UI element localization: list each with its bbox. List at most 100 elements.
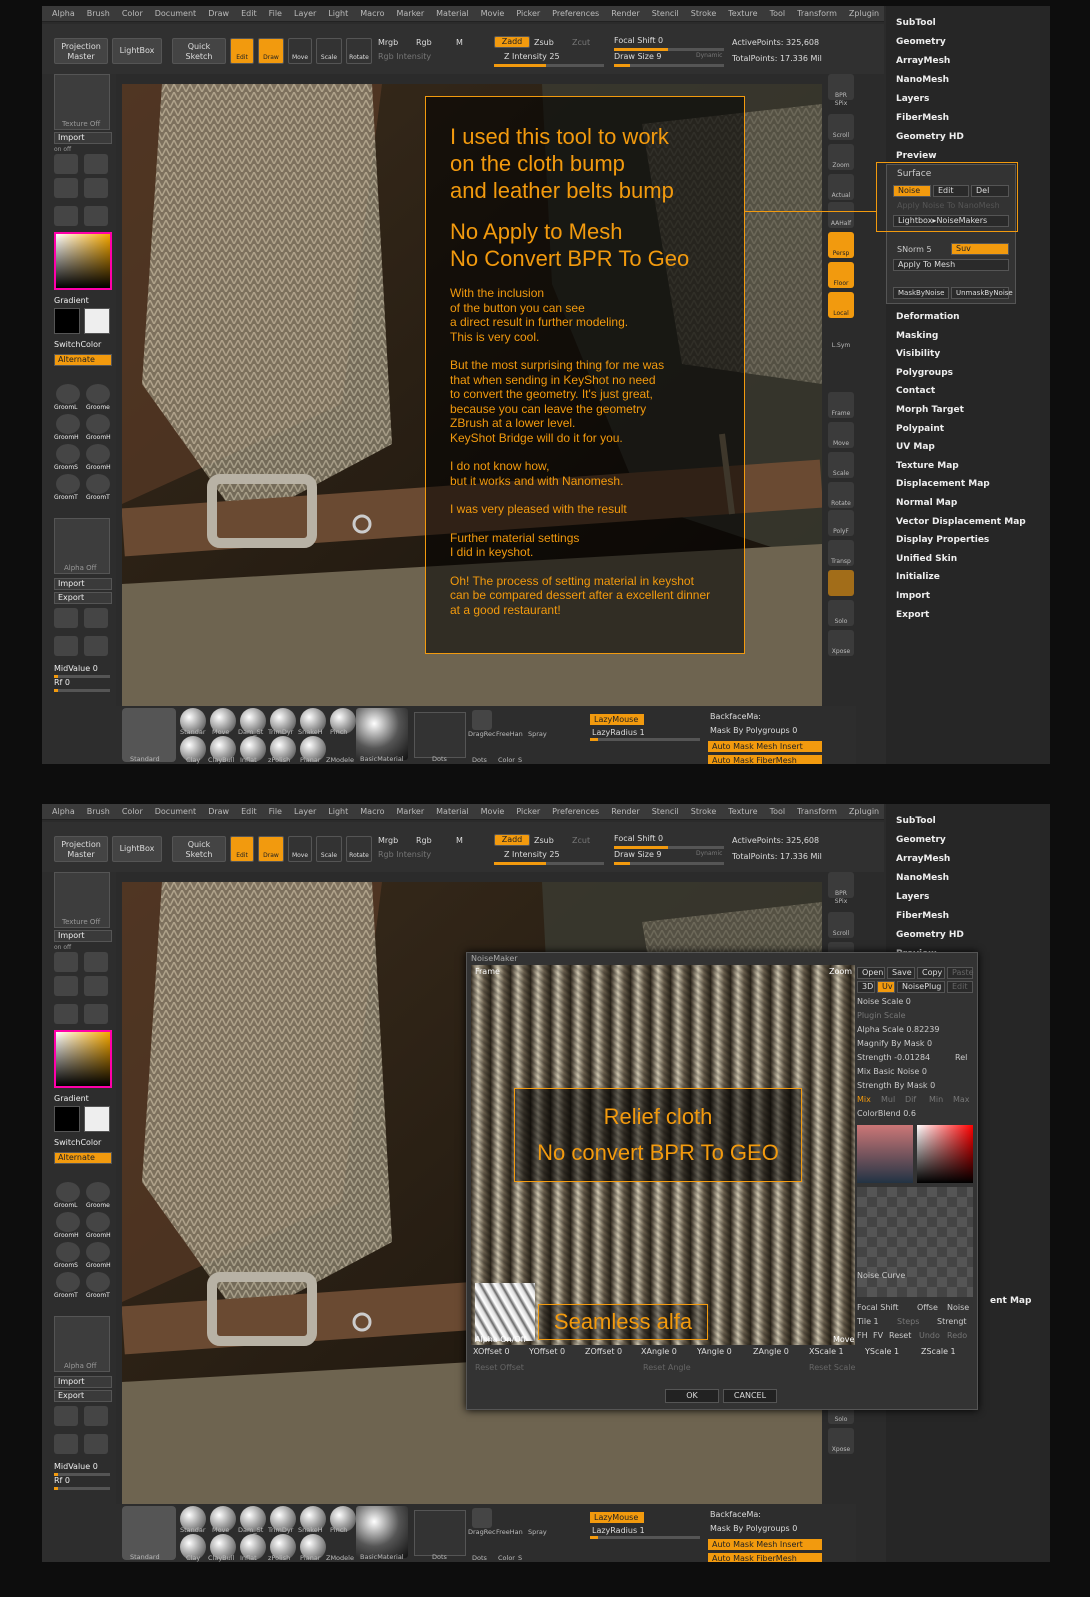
callout-line: Oh! The process of setting material in k… xyxy=(450,573,694,588)
save-button[interactable]: Save xyxy=(887,967,915,979)
ok-button[interactable]: OK xyxy=(665,1389,719,1403)
snorm-slider[interactable]: SNorm 5 xyxy=(897,245,932,254)
offset-slider-5[interactable]: ZAngle 0 xyxy=(753,1347,789,1356)
plugin-scale-slider[interactable]: Plugin Scale xyxy=(857,1011,906,1020)
callout-line: of the button you can see xyxy=(450,300,585,315)
palette-item-import[interactable]: Import xyxy=(896,591,930,601)
palette-item-display-properties[interactable]: Display Properties xyxy=(896,535,989,545)
noise-scale-slider[interactable]: Noise Scale 0 xyxy=(857,997,911,1006)
palette-item-visibility[interactable]: Visibility xyxy=(896,349,940,359)
reset-angle-button[interactable]: Reset Angle xyxy=(643,1363,691,1372)
fv-button[interactable]: FV xyxy=(873,1331,883,1340)
palette-item-uv-map[interactable]: UV Map xyxy=(896,442,935,452)
unmask-by-noise-button[interactable]: UnmaskByNoise xyxy=(951,287,1013,299)
alpha-on-off-toggle[interactable]: Alpha On/Off xyxy=(475,1335,526,1344)
open-button[interactable]: Open xyxy=(857,967,885,979)
mask-by-noise-button[interactable]: MaskByNoise xyxy=(893,287,949,299)
palette-item-polypaint[interactable]: Polypaint xyxy=(896,424,944,434)
strength-slider[interactable]: Strength -0.01284 xyxy=(857,1053,930,1062)
mode-max[interactable]: Max xyxy=(953,1095,970,1104)
palette-item-partial-map[interactable]: ent Map xyxy=(990,1296,1031,1306)
palette-item-contact[interactable]: Contact xyxy=(896,386,935,396)
seamless-callout: Seamless alfa xyxy=(538,1304,708,1340)
palette-item-vector-displacement-map[interactable]: Vector Displacement Map xyxy=(896,517,1026,527)
strength-by-mask-slider[interactable]: Strength By Mask 0 xyxy=(857,1081,935,1090)
offset-slider[interactable]: Offse xyxy=(917,1303,938,1312)
callout-line: ZBrush at a lower level. xyxy=(450,416,576,430)
callout-line: No Convert BPR To Geo xyxy=(450,246,690,271)
palette-item-deformation[interactable]: Deformation xyxy=(896,312,960,322)
undo-button[interactable]: Undo xyxy=(919,1331,940,1340)
copy-button[interactable]: Copy xyxy=(917,967,945,979)
relief-line-2: No convert BPR To GEO xyxy=(537,1140,779,1165)
color-swatch-1[interactable] xyxy=(857,1125,913,1183)
move-button[interactable]: Move xyxy=(833,1335,854,1344)
color-swatch-2[interactable] xyxy=(917,1125,973,1183)
callout-connector xyxy=(744,211,876,212)
palette-item-export[interactable]: Export xyxy=(896,610,929,620)
callout-line: This is very cool. xyxy=(450,329,540,344)
uv-button[interactable]: Uv xyxy=(877,981,895,993)
strength2-slider[interactable]: Strengt xyxy=(937,1317,967,1326)
callout-line: I was very pleased with the result xyxy=(450,502,627,516)
mode-mix[interactable]: Mix xyxy=(857,1095,871,1104)
redo-button[interactable]: Redo xyxy=(947,1331,967,1340)
callout-line: KeyShot Bridge will do it for you. xyxy=(450,430,623,445)
steps-slider[interactable]: Steps xyxy=(897,1317,919,1326)
palette-item-displacement-map[interactable]: Displacement Map xyxy=(896,479,990,489)
offset-slider-2[interactable]: ZOffset 0 xyxy=(585,1347,622,1356)
noise-curve-label: Noise Curve xyxy=(857,1271,906,1280)
offset-slider-8[interactable]: ZScale 1 xyxy=(921,1347,956,1356)
offset-slider-4[interactable]: YAngle 0 xyxy=(697,1347,732,1356)
reset-scale-button[interactable]: Reset Scale xyxy=(809,1363,855,1372)
palette-item-polygroups[interactable]: Polygroups xyxy=(896,368,953,378)
noise-settings: Open Save Copy Paste 3D Uv NoisePlug Edi… xyxy=(857,965,975,1345)
reset-offset-button[interactable]: Reset Offset xyxy=(475,1363,524,1372)
noisemaker-title: NoiseMaker xyxy=(471,954,518,963)
tile-slider[interactable]: Tile 1 xyxy=(857,1317,879,1326)
mode-mul[interactable]: Mul xyxy=(881,1095,895,1104)
colorblend-slider[interactable]: ColorBlend 0.6 xyxy=(857,1109,916,1118)
frame-button[interactable]: Frame xyxy=(475,967,500,976)
mode-dif[interactable]: Dif xyxy=(905,1095,916,1104)
fh-button[interactable]: FH xyxy=(857,1331,868,1340)
callout-line: But the most surprising thing for me was xyxy=(450,358,665,372)
overlay-bottom: NoiseMaker Frame Zoom Move Alpha On/Off … xyxy=(42,804,1050,1562)
offset-slider-1[interactable]: YOffset 0 xyxy=(529,1347,565,1356)
callout-line: a direct result in further modeling. xyxy=(450,315,629,329)
palette-item-unified-skin[interactable]: Unified Skin xyxy=(896,554,957,564)
callout-line: at a good restaurant! xyxy=(450,602,561,617)
alpha-thumbnail[interactable] xyxy=(475,1283,535,1341)
palette-item-texture-map[interactable]: Texture Map xyxy=(896,461,959,471)
mix-basic-noise-slider[interactable]: Mix Basic Noise 0 xyxy=(857,1067,927,1076)
focal-shift-slider[interactable]: Focal Shift xyxy=(857,1303,898,1312)
rel-toggle[interactable]: Rel xyxy=(955,1053,967,1062)
reset-curve-button[interactable]: Reset xyxy=(889,1331,911,1340)
mode-min[interactable]: Min xyxy=(929,1095,943,1104)
callout-line: I did in keyshot. xyxy=(450,545,534,559)
noise-curve-editor[interactable] xyxy=(857,1187,973,1297)
noise-slider[interactable]: Noise xyxy=(947,1303,969,1312)
palette-item-normal-map[interactable]: Normal Map xyxy=(896,498,957,508)
suv-button[interactable]: Suv xyxy=(951,243,1009,255)
callout-line: I do not know how, xyxy=(450,459,550,473)
palette-item-masking[interactable]: Masking xyxy=(896,331,938,341)
surface-highlight-box xyxy=(876,162,1018,232)
alpha-scale-slider[interactable]: Alpha Scale 0.82239 xyxy=(857,1025,939,1034)
callout-line: to convert the geometry. It's just great… xyxy=(450,387,653,401)
offset-slider-7[interactable]: YScale 1 xyxy=(865,1347,899,1356)
offset-slider-3[interactable]: XAngle 0 xyxy=(641,1347,677,1356)
offset-slider-6[interactable]: XScale 1 xyxy=(809,1347,844,1356)
paste-button[interactable]: Paste xyxy=(947,967,974,979)
zoom-button[interactable]: Zoom xyxy=(829,967,852,976)
magnify-by-mask-slider[interactable]: Magnify By Mask 0 xyxy=(857,1039,932,1048)
offset-slider-0[interactable]: XOffset 0 xyxy=(473,1347,510,1356)
edit-plug-button[interactable]: Edit xyxy=(947,981,973,993)
apply-to-mesh-button[interactable]: Apply To Mesh xyxy=(893,259,1009,271)
3d-button[interactable]: 3D xyxy=(857,981,875,993)
palette-item-initialize[interactable]: Initialize xyxy=(896,572,940,582)
cancel-button[interactable]: CANCEL xyxy=(723,1389,777,1403)
palette-item-morph-target[interactable]: Morph Target xyxy=(896,405,964,415)
callout-line: because you can leave the geometry xyxy=(450,401,647,416)
noiseplug-button[interactable]: NoisePlug xyxy=(897,981,945,993)
